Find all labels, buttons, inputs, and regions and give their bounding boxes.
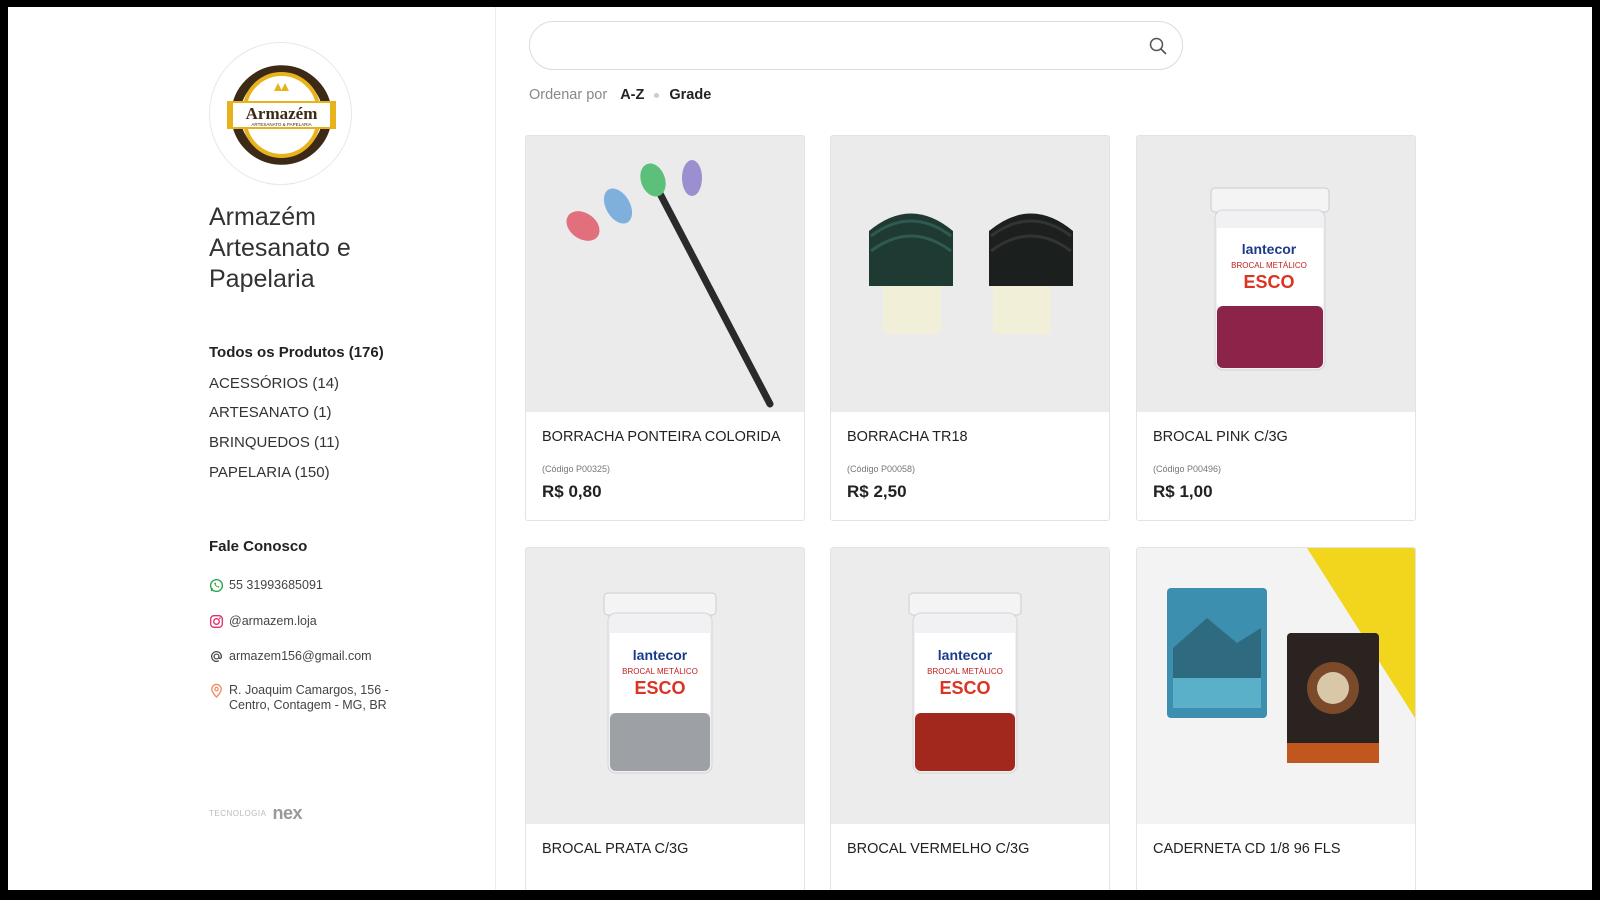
product-card[interactable]: lantecor BROCAL METÁLICO ESCO BROCAL PRA… [525,547,805,890]
contact-address[interactable]: R. Joaquim Camargos, 156 - Centro, Conta… [209,683,389,713]
email-address: armazem156@gmail.com [229,649,372,663]
tech-brand-logo: nex [272,803,302,823]
product-image[interactable]: lantecor BROCAL METÁLICO ESCO [1137,136,1415,412]
jar-brand: lantecor [938,647,993,663]
nav-all-products[interactable]: Todos os Produtos (176) [209,344,384,361]
product-name[interactable]: BROCAL VERMELHO C/3G [847,841,1029,857]
category-brinquedos[interactable]: BRINQUEDOS (11) [209,434,340,451]
jar-word: ESCO [939,678,990,698]
category-papelaria[interactable]: PAPELARIA (150) [209,464,330,481]
product-image[interactable]: lantecor BROCAL METÁLICO ESCO [831,548,1109,824]
product-card[interactable]: lantecor BROCAL METÁLICO ESCO BROCAL VER… [830,547,1110,890]
product-image[interactable] [831,136,1109,412]
sort-order-button[interactable]: A-Z [620,87,644,103]
contact-email[interactable]: armazem156@gmail.com [209,649,372,664]
location-pin-icon [209,683,224,698]
category-artesanato[interactable]: ARTESANATO (1) [209,404,332,421]
product-card[interactable]: CADERNETA CD 1/8 96 FLS [1136,547,1416,890]
contact-instagram[interactable]: @armazem.loja [209,614,317,629]
product-card[interactable]: BORRACHA PONTEIRA COLORIDA (Código P0032… [525,135,805,521]
page: Armazém ARTESANATO & PAPELARIA Armazém A… [8,7,1592,890]
sort-label: Ordenar por [529,87,608,103]
svg-text:Armazém: Armazém [246,104,318,123]
jar-line: BROCAL METÁLICO [927,667,1003,676]
product-name[interactable]: CADERNETA CD 1/8 96 FLS [1153,841,1341,857]
store-name: Armazém Artesanato e Papelaria [209,203,351,293]
jar-line: BROCAL METÁLICO [1231,261,1307,270]
search-bar[interactable] [529,21,1183,70]
product-card[interactable]: BORRACHA TR18 (Código P00058) R$ 2,50 [830,135,1110,521]
contact-title: Fale Conosco [209,538,308,555]
search-input[interactable] [548,32,1128,60]
address-text: R. Joaquim Camargos, 156 - Centro, Conta… [229,683,389,712]
category-acessorios[interactable]: ACESSÓRIOS (14) [209,375,339,392]
jar-word: ESCO [1243,272,1294,292]
product-card[interactable]: lantecor BROCAL METÁLICO ESCO BROCAL PIN… [1136,135,1416,521]
tech-label: TECNOLOGIA [209,809,267,818]
jar-line: BROCAL METÁLICO [622,667,698,676]
product-image[interactable]: lantecor BROCAL METÁLICO ESCO [526,548,804,824]
search-icon[interactable] [1148,36,1168,56]
product-name[interactable]: BORRACHA TR18 [847,429,968,445]
product-price: R$ 2,50 [847,482,907,501]
product-name[interactable]: BROCAL PINK C/3G [1153,429,1288,445]
sidebar: Armazém ARTESANATO & PAPELARIA Armazém A… [8,7,496,890]
product-image[interactable] [1137,548,1415,824]
product-name[interactable]: BORRACHA PONTEIRA COLORIDA [542,429,781,445]
jar-brand: lantecor [633,647,688,663]
instagram-icon [209,614,224,629]
jar-word: ESCO [634,678,685,698]
sort-bar: Ordenar por A-Z Grade [529,87,711,103]
product-code: (Código P00496) [1153,464,1222,474]
at-icon [209,649,224,664]
whatsapp-number: 55 31993685091 [229,578,323,592]
product-price: R$ 0,80 [542,482,602,501]
product-code: (Código P00058) [847,464,916,474]
product-name[interactable]: BROCAL PRATA C/3G [542,841,688,857]
store-logo[interactable]: Armazém ARTESANATO & PAPELARIA [209,42,352,185]
separator-dot [654,92,660,98]
product-code: (Código P00325) [542,464,611,474]
instagram-handle: @armazem.loja [229,614,317,628]
powered-by[interactable]: TECNOLOGIA nex [209,803,302,824]
svg-text:ARTESANATO & PAPELARIA: ARTESANATO & PAPELARIA [251,122,311,127]
contact-whatsapp[interactable]: 55 31993685091 [209,578,323,593]
whatsapp-icon [209,578,224,593]
product-price: R$ 1,00 [1153,482,1213,501]
product-image[interactable] [526,136,804,412]
jar-brand: lantecor [1242,241,1297,257]
view-mode-button[interactable]: Grade [669,87,711,103]
